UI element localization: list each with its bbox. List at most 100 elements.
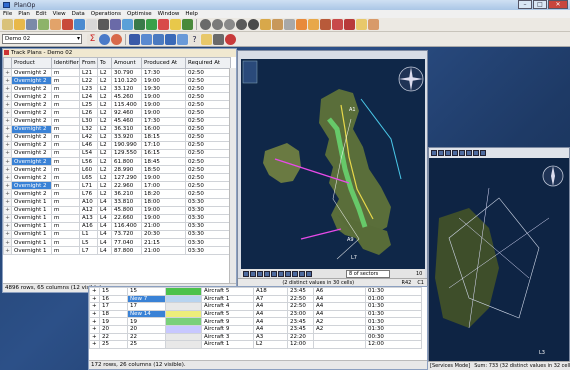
table-cell[interactable]: 18:50 bbox=[141, 165, 186, 175]
table-cell[interactable]: 92.460 bbox=[111, 108, 142, 118]
schedule-cell[interactable]: A7 bbox=[253, 294, 288, 304]
schedule-cell[interactable] bbox=[313, 332, 366, 342]
schedule-cell[interactable] bbox=[313, 340, 366, 349]
schedule-cell[interactable]: A4 bbox=[313, 302, 366, 311]
expand-toggle[interactable]: + bbox=[3, 116, 12, 126]
table-cell[interactable]: Overnight 1 bbox=[11, 197, 52, 207]
table-cell[interactable]: 19:00 bbox=[141, 205, 186, 215]
table-cell[interactable]: 18:15 bbox=[141, 132, 186, 142]
table-cell[interactable]: L2 bbox=[97, 108, 112, 118]
table-cell[interactable]: 17:00 bbox=[141, 181, 186, 191]
truck-icon[interactable] bbox=[62, 19, 73, 30]
table-cell[interactable]: m bbox=[51, 173, 80, 183]
table-row[interactable]: + Overnight 2 m L21 L2 30.790 17:30 02:50 bbox=[3, 67, 231, 78]
table-cell[interactable]: 33.920 bbox=[111, 132, 142, 142]
table-cell[interactable]: A12 bbox=[79, 205, 98, 215]
folder-icon[interactable] bbox=[201, 33, 212, 45]
star-icon[interactable] bbox=[170, 19, 181, 30]
expand-toggle[interactable]: + bbox=[3, 76, 12, 86]
check-icon[interactable] bbox=[146, 19, 157, 30]
table-cell[interactable]: 17:30 bbox=[141, 116, 186, 126]
table-row[interactable]: + Overnight 2 m L24 L2 45.260 19:00 02:50 bbox=[3, 92, 231, 102]
vertical-scrollbar[interactable] bbox=[229, 68, 236, 283]
schedule-cell[interactable]: 01:30 bbox=[365, 287, 422, 296]
schedule-row[interactable]: +20 20 Aircraft 9 A4 23:45 A2 01:30 bbox=[89, 324, 422, 334]
table-cell[interactable]: m bbox=[51, 124, 80, 134]
menu-operations[interactable]: Operations bbox=[88, 10, 124, 18]
table-cell[interactable]: 03:30 bbox=[185, 221, 231, 231]
table-cell[interactable]: 21:15 bbox=[141, 237, 186, 248]
schedule-row[interactable]: +17 17 Aircraft 4 A4 22:50 A4 01:30 bbox=[89, 302, 422, 311]
schedule-cell[interactable]: A4 bbox=[253, 324, 288, 334]
table-cell[interactable]: A13 bbox=[79, 213, 98, 223]
table-cell[interactable]: L2 bbox=[97, 100, 112, 110]
header-produced-at[interactable]: Produced At bbox=[141, 57, 186, 69]
open-icon[interactable] bbox=[14, 19, 25, 30]
schedule-row[interactable]: +25 25 Aircraft 1 L2 12:00 12:00 bbox=[89, 340, 422, 349]
schedule-cell[interactable]: Aircraft 1 bbox=[201, 294, 254, 304]
hand-icon[interactable] bbox=[50, 19, 61, 30]
train-icon-2[interactable] bbox=[344, 19, 355, 30]
table-row[interactable]: + Overnight 1 m L5 L4 77.040 21:15 03:30 bbox=[3, 237, 231, 248]
table-cell[interactable]: L2 bbox=[97, 157, 112, 167]
schedule-cell[interactable]: 17 bbox=[127, 302, 166, 311]
table-cell[interactable]: 19:00 bbox=[141, 76, 186, 86]
table-cell[interactable]: 03:30 bbox=[185, 205, 231, 215]
table-cell[interactable]: 16:00 bbox=[141, 124, 186, 134]
table-cell[interactable]: L54 bbox=[79, 148, 98, 159]
schedule-row[interactable]: +18 New 14 Aircraft 5 A4 23:00 A4 01:30 bbox=[89, 309, 422, 319]
tools-icon[interactable] bbox=[356, 19, 367, 30]
table-cell[interactable]: 116.400 bbox=[111, 221, 142, 231]
labels-icon[interactable] bbox=[480, 150, 486, 156]
schedule-cell[interactable]: 23:00 bbox=[287, 309, 314, 319]
table-cell[interactable]: m bbox=[51, 237, 80, 248]
schedule-cell[interactable]: 25 bbox=[99, 340, 128, 349]
header-to[interactable]: To bbox=[97, 57, 112, 69]
table-cell[interactable]: 28.990 bbox=[111, 165, 142, 175]
schedule-cell[interactable]: 16 bbox=[99, 294, 128, 304]
camera-icon[interactable] bbox=[213, 33, 224, 45]
schedule-cell[interactable]: 22:50 bbox=[287, 294, 314, 304]
table-cell[interactable]: 02:50 bbox=[185, 100, 231, 110]
play-icon[interactable] bbox=[182, 19, 193, 30]
table-cell[interactable]: Overnight 1 bbox=[11, 237, 52, 248]
menu-view[interactable]: View bbox=[50, 10, 69, 18]
table-cell[interactable]: 45.260 bbox=[111, 92, 142, 102]
table-cell[interactable]: L2 bbox=[97, 116, 112, 126]
expand-toggle[interactable]: + bbox=[89, 287, 100, 296]
route-icon[interactable] bbox=[74, 19, 85, 30]
zoom-in-icon[interactable] bbox=[243, 270, 249, 277]
expand-toggle[interactable]: + bbox=[89, 340, 100, 349]
routes-icon[interactable] bbox=[278, 270, 284, 277]
schedule-cell[interactable]: 00:30 bbox=[365, 332, 422, 342]
schedule-cell[interactable]: 15 bbox=[99, 287, 128, 296]
node-icon[interactable] bbox=[134, 19, 145, 30]
table-cell[interactable]: Overnight 2 bbox=[11, 132, 52, 142]
expand-toggle[interactable]: + bbox=[3, 213, 12, 223]
table-cell[interactable]: 19:00 bbox=[141, 100, 186, 110]
table-cell[interactable]: L26 bbox=[79, 108, 98, 118]
header-required-at[interactable]: Required At bbox=[185, 57, 231, 69]
schedule-cell[interactable]: 22:50 bbox=[287, 302, 314, 311]
nodes-icon[interactable] bbox=[473, 150, 479, 156]
table-cell[interactable]: 20:30 bbox=[141, 229, 186, 239]
schedule-cell[interactable]: 20 bbox=[99, 324, 128, 334]
globe-icon[interactable] bbox=[99, 33, 110, 45]
table-cell[interactable]: 02:50 bbox=[185, 76, 231, 86]
table-cell[interactable]: m bbox=[51, 116, 80, 126]
table-cell[interactable]: m bbox=[51, 92, 80, 102]
routes-icon[interactable] bbox=[466, 150, 472, 156]
table-cell[interactable]: Overnight 2 bbox=[11, 84, 52, 94]
table-row[interactable]: + Overnight 1 m A10 L4 33.810 18:00 03:30 bbox=[3, 197, 231, 207]
table-cell[interactable]: m bbox=[51, 157, 80, 167]
expand-toggle[interactable]: + bbox=[89, 302, 100, 311]
table-cell[interactable]: Overnight 2 bbox=[11, 76, 52, 86]
table-cell[interactable]: 45.460 bbox=[111, 116, 142, 126]
expand-toggle[interactable]: + bbox=[89, 317, 100, 326]
table-cell[interactable]: m bbox=[51, 165, 80, 175]
table-row[interactable]: + Overnight 1 m L7 L4 87.800 21:00 03:30 bbox=[3, 246, 231, 256]
schedule-cell[interactable]: L2 bbox=[253, 340, 288, 349]
table-row[interactable]: + Overnight 2 m L42 L2 33.920 18:15 02:50 bbox=[3, 132, 231, 142]
zoom-in-icon[interactable] bbox=[431, 150, 437, 156]
table-cell[interactable]: 36.210 bbox=[111, 189, 142, 199]
